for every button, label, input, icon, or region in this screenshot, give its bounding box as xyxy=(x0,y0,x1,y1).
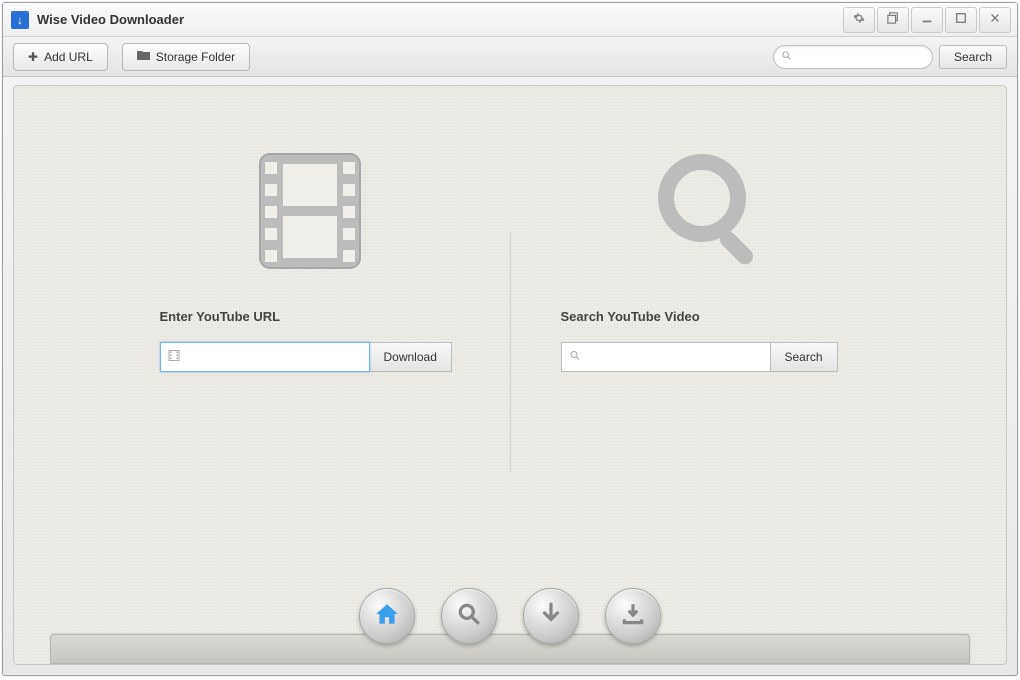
search-icon xyxy=(456,601,482,632)
url-panel: Enter YouTube URL Download xyxy=(110,146,510,372)
url-panel-label: Enter YouTube URL xyxy=(160,309,281,324)
url-input-row: Download xyxy=(160,342,452,372)
add-url-button[interactable]: ✚ Add URL xyxy=(13,43,108,71)
dock xyxy=(50,604,970,664)
dock-save-button[interactable] xyxy=(605,588,661,644)
storage-folder-label: Storage Folder xyxy=(156,50,235,64)
folder-icon xyxy=(137,50,150,64)
restore-icon xyxy=(887,12,899,27)
minimize-icon xyxy=(921,12,933,27)
restore-button[interactable] xyxy=(877,7,909,33)
search-icon xyxy=(569,350,581,365)
magnifier-icon xyxy=(646,146,776,281)
download-tray-icon xyxy=(620,601,646,632)
video-search-button[interactable]: Search xyxy=(770,342,838,372)
download-button[interactable]: Download xyxy=(369,342,452,372)
panels: Enter YouTube URL Download xyxy=(14,86,1006,664)
toolbar: ✚ Add URL Storage Folder Search xyxy=(3,37,1017,77)
settings-button[interactable] xyxy=(843,7,875,33)
film-icon xyxy=(245,146,375,281)
arrow-down-icon xyxy=(538,601,564,632)
search-input-row: Search xyxy=(561,342,838,372)
toolbar-search-button[interactable]: Search xyxy=(939,45,1007,69)
search-panel-label: Search YouTube Video xyxy=(561,309,700,324)
storage-folder-button[interactable]: Storage Folder xyxy=(122,43,250,71)
dock-search-button[interactable] xyxy=(441,588,497,644)
dock-home-button[interactable] xyxy=(359,588,415,644)
add-url-label: Add URL xyxy=(44,50,93,64)
dock-download-button[interactable] xyxy=(523,588,579,644)
close-icon xyxy=(989,12,1001,27)
app-window: Wise Video Downloader xyxy=(2,2,1018,676)
search-panel: Search YouTube Video Search xyxy=(511,146,911,372)
film-small-icon xyxy=(168,350,180,365)
titlebar: Wise Video Downloader xyxy=(3,3,1017,37)
toolbar-search: Search xyxy=(773,45,1007,69)
app-icon xyxy=(11,11,29,29)
url-input[interactable] xyxy=(160,342,370,372)
video-search-input[interactable] xyxy=(561,342,771,372)
home-icon xyxy=(374,601,400,632)
maximize-icon xyxy=(955,12,967,27)
minimize-button[interactable] xyxy=(911,7,943,33)
toolbar-search-input[interactable] xyxy=(773,45,933,69)
close-button[interactable] xyxy=(979,7,1011,33)
app-title: Wise Video Downloader xyxy=(37,12,184,27)
content-area: Enter YouTube URL Download xyxy=(13,85,1007,665)
plus-icon: ✚ xyxy=(28,50,38,64)
maximize-button[interactable] xyxy=(945,7,977,33)
gear-icon xyxy=(853,12,865,27)
search-icon xyxy=(781,50,792,64)
